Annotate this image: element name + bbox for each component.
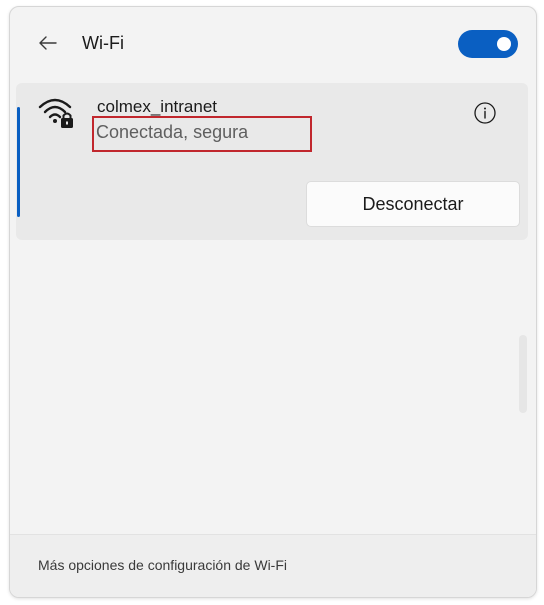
network-name: colmex_intranet (97, 97, 218, 116)
info-icon[interactable] (473, 101, 497, 125)
back-arrow-icon (39, 36, 57, 50)
scrollbar-thumb[interactable] (519, 335, 527, 413)
wifi-secure-icon (38, 98, 73, 128)
selection-accent-bar (17, 107, 20, 217)
toggle-knob (497, 37, 511, 51)
screenshot-frame: Wi-Fi colmex_intranet Conectada, segura … (0, 0, 544, 605)
page-title: Wi-Fi (82, 33, 124, 53)
more-wifi-settings-link[interactable]: Más opciones de configuración de Wi-Fi (38, 557, 287, 573)
wifi-toggle[interactable] (458, 30, 518, 58)
back-button[interactable] (34, 29, 62, 57)
disconnect-button[interactable]: Desconectar (306, 181, 520, 227)
network-status: Conectada, segura (96, 122, 249, 142)
wifi-flyout-panel: Wi-Fi colmex_intranet Conectada, segura … (9, 6, 537, 598)
wifi-header: Wi-Fi (10, 7, 536, 79)
